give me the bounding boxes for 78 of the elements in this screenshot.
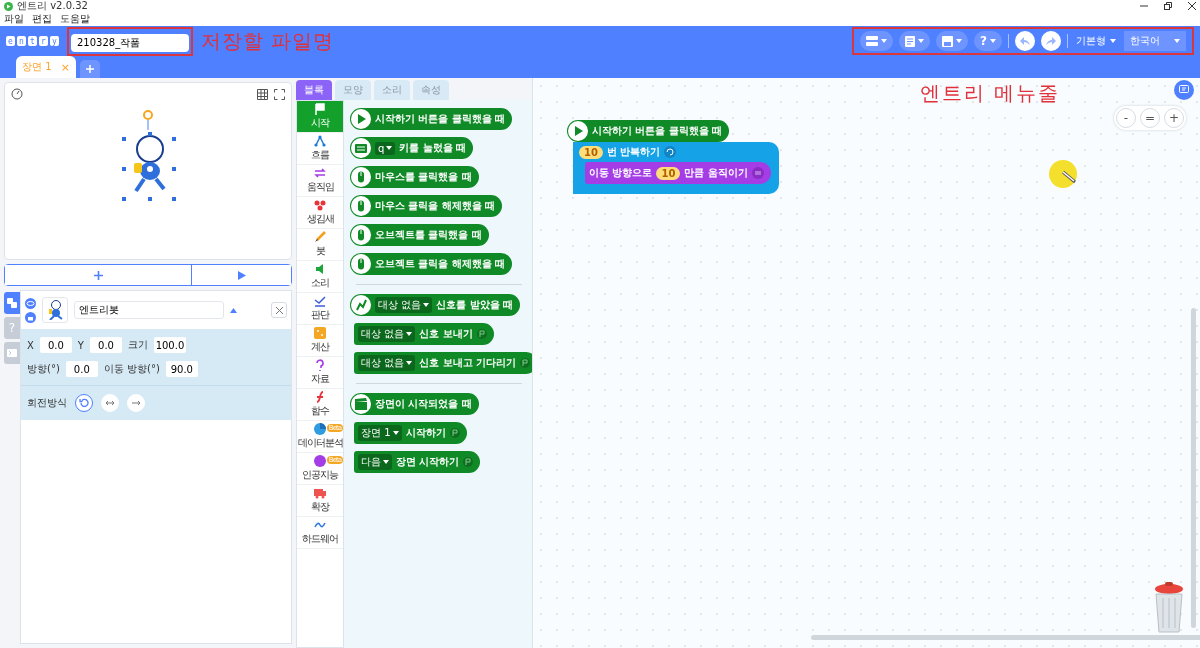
zoom-button[interactable]: - bbox=[1116, 108, 1136, 128]
field-label: 회전방식 bbox=[27, 396, 67, 410]
command-block[interactable]: 다음 장면 시작하기 bbox=[354, 451, 481, 473]
block-dropdown[interactable]: 장면 1 bbox=[358, 425, 402, 441]
category-tab[interactable]: 함수 bbox=[297, 389, 343, 421]
number-field[interactable]: 0.0 bbox=[89, 337, 122, 353]
block-dropdown[interactable]: q bbox=[375, 141, 396, 155]
block-label: 시작하기 bbox=[405, 426, 446, 440]
command-block[interactable]: 대상 없음 신호 보내기 bbox=[354, 323, 494, 345]
number-field[interactable]: 0.0 bbox=[65, 361, 98, 377]
field-label: Y bbox=[77, 339, 84, 351]
mode-dropdown[interactable]: 기본형 bbox=[1074, 34, 1118, 48]
object-name-field[interactable]: 엔트리봇 bbox=[74, 301, 224, 319]
number-input[interactable]: 10 bbox=[656, 166, 681, 180]
logo-letter: t bbox=[28, 36, 37, 46]
block-label: 오브젝트 클릭을 해제했을 때 bbox=[375, 257, 506, 271]
command-block[interactable]: 대상 없음 신호 보내고 기다리기 bbox=[354, 352, 532, 374]
block-label: 시작하기 버튼을 클릭했을 때 bbox=[592, 124, 723, 138]
event-block[interactable]: 시작하기 버튼을 클릭했을 때 bbox=[350, 108, 513, 130]
logo-letter: n bbox=[17, 36, 26, 46]
palette-tab[interactable]: 블록 bbox=[296, 80, 332, 100]
start-block[interactable]: 시작하기 버튼을 클릭했을 때 bbox=[567, 120, 730, 142]
menu-item[interactable]: 파일 bbox=[4, 12, 24, 26]
repeat-block[interactable]: 10 번 반복하기 이동 방향으로 10 만큼 움직이기 bbox=[573, 142, 779, 194]
event-block[interactable]: 오브젝트 클릭을 해제했을 때 bbox=[350, 253, 513, 275]
event-block[interactable]: 장면이 시작되었을 때 bbox=[350, 393, 479, 415]
menu-item[interactable]: 도움말 bbox=[60, 12, 90, 26]
field-label: X bbox=[27, 339, 34, 351]
block-label: 장면이 시작되었을 때 bbox=[375, 397, 472, 411]
logo-letter: e bbox=[6, 36, 15, 46]
block-label: 장면 시작하기 bbox=[396, 455, 460, 469]
block-dropdown[interactable]: 대상 없음 bbox=[375, 297, 433, 313]
event-block[interactable]: 대상 없음 신호를 받았을 때 bbox=[350, 294, 521, 316]
annotation-text: 엔트리 메뉴줄 bbox=[919, 80, 1060, 107]
number-field[interactable]: 90.0 bbox=[165, 361, 198, 377]
file-name-field[interactable]: 210328_작품 bbox=[71, 33, 189, 52]
block-label: 신호를 받았을 때 bbox=[436, 298, 514, 312]
category-tab[interactable]: 생김새 bbox=[297, 197, 343, 229]
window-title: 엔트리 v2.0.32 bbox=[17, 0, 88, 12]
logo-letter: y bbox=[50, 36, 59, 46]
logo-letter: r bbox=[39, 36, 48, 46]
category-tab[interactable]: 움직임 bbox=[297, 165, 343, 197]
block-dropdown[interactable]: 다음 bbox=[358, 454, 392, 470]
block-label: 마우스 클릭을 해제했을 때 bbox=[375, 199, 496, 213]
block-label: 만큼 움직이기 bbox=[684, 166, 748, 180]
command-block[interactable]: 장면 1 시작하기 bbox=[354, 422, 467, 444]
annotation-text: 저장할 파일명 bbox=[201, 27, 335, 55]
category-tab[interactable]: 자료 bbox=[297, 357, 343, 389]
block-label: 마우스를 클릭했을 때 bbox=[375, 170, 472, 184]
category-tab[interactable]: 계산 bbox=[297, 325, 343, 357]
block-label: 번 반복하기 bbox=[606, 145, 661, 159]
block-label: 시작하기 버튼을 클릭했을 때 bbox=[375, 112, 506, 126]
event-block[interactable]: 마우스 클릭을 해제했을 때 bbox=[350, 195, 503, 217]
number-field[interactable]: 0.0 bbox=[39, 337, 72, 353]
category-tab[interactable]: 붓 bbox=[297, 229, 343, 261]
menu-item[interactable]: 편집 bbox=[32, 12, 52, 26]
field-label: 이동 방향(°) bbox=[103, 362, 160, 376]
category-tab[interactable]: 소리 bbox=[297, 261, 343, 293]
move-block[interactable]: 이동 방향으로 10 만큼 움직이기 bbox=[585, 162, 771, 184]
category-tab[interactable]: 판단 bbox=[297, 293, 343, 325]
event-block[interactable]: 오브젝트를 클릭했을 때 bbox=[350, 224, 489, 246]
number-field[interactable]: 100.0 bbox=[153, 337, 186, 353]
field-label: 방향(°) bbox=[27, 362, 60, 376]
field-label: 크기 bbox=[127, 338, 148, 352]
block-label: 키를 눌렀을 때 bbox=[399, 141, 467, 155]
block-dropdown[interactable]: 대상 없음 bbox=[358, 326, 416, 342]
block-label: 신호 보내고 기다리기 bbox=[419, 356, 517, 370]
zoom-button[interactable]: + bbox=[1164, 108, 1184, 128]
block-label: 오브젝트를 클릭했을 때 bbox=[375, 228, 482, 242]
event-block[interactable]: 마우스를 클릭했을 때 bbox=[350, 166, 479, 188]
number-input[interactable]: 10 bbox=[579, 145, 603, 159]
zoom-button[interactable]: = bbox=[1140, 108, 1160, 128]
block-dropdown[interactable]: 대상 없음 bbox=[358, 355, 416, 371]
category-tab[interactable]: 흐름 bbox=[297, 133, 343, 165]
block-label: 이동 방향으로 bbox=[589, 166, 653, 180]
event-block[interactable]: q 키를 눌렀을 때 bbox=[350, 137, 474, 159]
scene-label: 장면 1 bbox=[22, 60, 52, 74]
block-label: 신호 보내기 bbox=[419, 327, 473, 341]
